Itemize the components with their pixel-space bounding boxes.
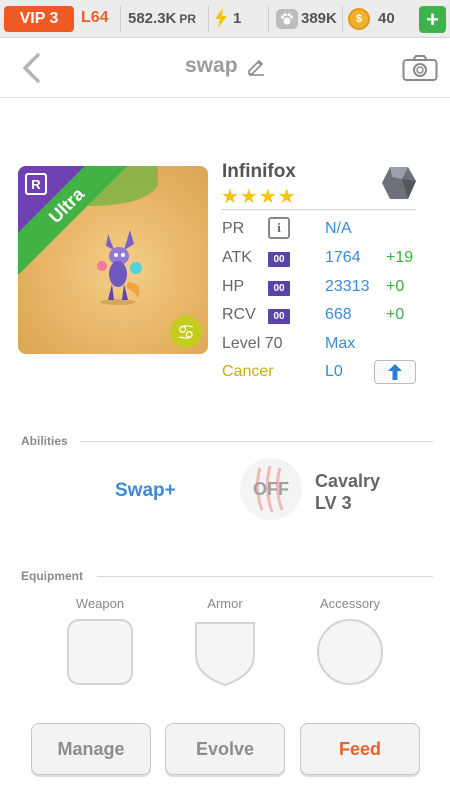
paw-icon xyxy=(276,9,298,29)
divider xyxy=(222,209,416,210)
stat-label: PR xyxy=(222,220,245,237)
stat-value: 23313 xyxy=(325,278,370,295)
leader-skill-icon[interactable]: OFF xyxy=(240,458,302,520)
edit-pencil-icon[interactable] xyxy=(246,56,266,76)
leader-skill-name: Cavalry LV 3 xyxy=(315,470,380,514)
back-icon[interactable] xyxy=(18,52,48,84)
status-bar: VIP 3 L64 582.3K PR 1 389K $ 40 + xyxy=(0,0,450,38)
power-rating-unit: PR xyxy=(179,12,197,26)
stat-bonus: +0 xyxy=(386,306,405,323)
armor-slot[interactable] xyxy=(192,619,258,687)
divider xyxy=(268,6,269,32)
plus-points-badge: 00 xyxy=(268,281,290,296)
upgrade-button[interactable] xyxy=(374,360,416,384)
arrow-up-icon xyxy=(388,364,402,380)
stat-row-sign: Cancer L0 xyxy=(222,360,422,387)
level-label: Level 70 xyxy=(222,335,283,352)
energy-counter: 1 xyxy=(214,8,241,28)
stat-label: RCV xyxy=(222,306,256,323)
divider xyxy=(97,576,433,577)
divider xyxy=(120,6,121,32)
abilities-section-label: Abilities xyxy=(21,434,68,448)
stat-row-atk: ATK 00 1764 +19 xyxy=(222,249,422,273)
plus-points-badge: 00 xyxy=(268,252,290,267)
stat-row-level: Level 70 Max xyxy=(222,335,422,359)
page-title: swap xyxy=(185,54,238,77)
element-stone-icon xyxy=(382,167,416,199)
weapon-slot[interactable] xyxy=(67,619,133,685)
paw-value: 389K xyxy=(301,10,337,27)
evolve-button[interactable]: Evolve xyxy=(165,723,285,775)
divider xyxy=(80,441,433,442)
cancer-zodiac-icon: ♋ xyxy=(170,316,202,348)
stat-row-pr: PR i N/A xyxy=(222,217,422,244)
divider xyxy=(208,6,209,32)
rarity-r-badge: R xyxy=(25,173,47,195)
accessory-label: Accessory xyxy=(320,596,380,611)
zodiac-level-value: L0 xyxy=(325,363,343,380)
active-skill-name[interactable]: Swap+ xyxy=(115,480,176,502)
coin-value: 40 xyxy=(378,10,395,27)
stat-label: ATK xyxy=(222,249,252,266)
camera-icon[interactable] xyxy=(402,54,438,82)
coin-icon: $ xyxy=(348,8,370,30)
power-rating: 582.3K PR xyxy=(128,10,196,27)
monster-sprite xyxy=(97,230,142,305)
star-rating: ★★★★ xyxy=(221,186,297,208)
armor-label: Armor xyxy=(207,596,243,611)
stat-value: 668 xyxy=(325,306,352,323)
stat-row-hp: HP 00 23313 +0 xyxy=(222,278,422,302)
stat-label: HP xyxy=(222,278,245,295)
zodiac-sign-label: Cancer xyxy=(222,363,274,380)
weapon-label: Weapon xyxy=(75,596,125,611)
add-currency-button[interactable]: + xyxy=(419,6,446,33)
monster-portrait[interactable]: Ultra R ♋ xyxy=(18,166,208,354)
monster-name: Infinifox xyxy=(222,161,296,182)
leader-skill-title: Cavalry xyxy=(315,471,381,491)
divider xyxy=(342,6,343,32)
feed-button[interactable]: Feed xyxy=(300,723,420,775)
player-level: L64 xyxy=(81,9,109,26)
lightning-icon xyxy=(215,8,227,28)
plus-points-badge: 00 xyxy=(268,309,290,324)
vip-badge[interactable]: VIP 3 xyxy=(4,6,74,32)
stat-bonus: +19 xyxy=(386,249,414,266)
manage-button[interactable]: Manage xyxy=(31,723,151,775)
accessory-slot[interactable] xyxy=(317,619,383,685)
stat-bonus: +0 xyxy=(386,278,405,295)
leader-skill-state: OFF xyxy=(253,479,289,499)
level-value: Max xyxy=(325,335,356,352)
title-group[interactable]: swap xyxy=(185,54,266,78)
leader-skill-level: LV 3 xyxy=(315,493,352,513)
equipment-section-label: Equipment xyxy=(21,569,83,583)
power-rating-value: 582.3K xyxy=(128,10,177,27)
stat-value: 1764 xyxy=(325,249,361,266)
info-icon[interactable]: i xyxy=(268,217,290,239)
energy-value: 1 xyxy=(233,9,242,27)
page-header: swap xyxy=(0,38,450,98)
stat-value: N/A xyxy=(325,220,352,237)
stat-row-rcv: RCV 00 668 +0 xyxy=(222,306,422,330)
